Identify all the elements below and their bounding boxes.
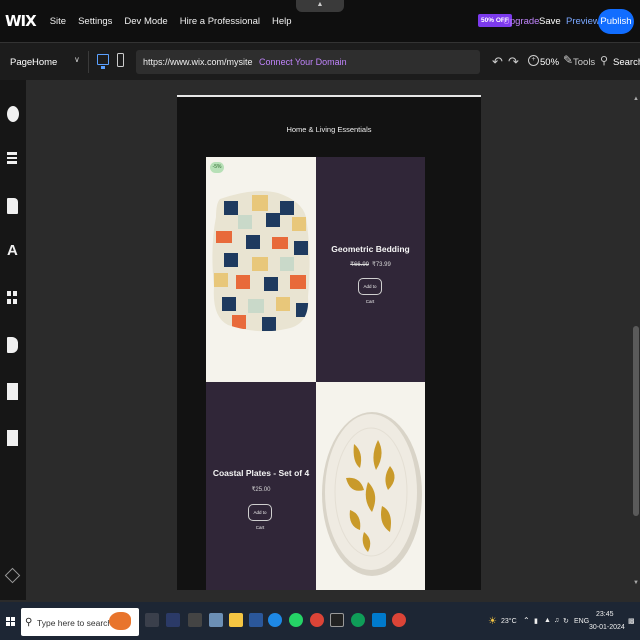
redo-icon[interactable]: ↷ <box>508 54 519 70</box>
product-sale-price: ₹73.99 <box>372 262 391 268</box>
whatsapp-icon[interactable] <box>289 613 303 627</box>
divider <box>88 51 89 73</box>
product-card-bedding[interactable] <box>316 157 425 382</box>
add-elements-icon[interactable] <box>7 106 19 122</box>
collapse-toolbar-handle[interactable]: ▲ <box>296 0 344 12</box>
taskbar-search-placeholder[interactable]: Type here to search <box>37 618 112 628</box>
zoom-icon[interactable]: + <box>528 55 539 66</box>
clock-date[interactable]: 30-01-2024 <box>589 624 625 631</box>
sale-badge: -5% <box>210 162 224 173</box>
scroll-up-icon[interactable]: ▲ <box>633 96 639 102</box>
page-selector[interactable]: Home <box>32 57 57 68</box>
add-apps-icon[interactable] <box>7 291 17 305</box>
tools-icon[interactable]: ✎ <box>563 53 573 67</box>
desktop-view-icon[interactable] <box>97 54 109 69</box>
product-image-bedding[interactable] <box>206 157 316 382</box>
temperature[interactable]: 23°C <box>501 618 517 625</box>
chevron-up-icon[interactable]: ⌃ <box>523 616 530 625</box>
menu-hire-professional[interactable]: Hire a Professional <box>180 16 260 27</box>
add-to-cart-button[interactable]: Add to Cart <box>358 278 382 304</box>
save-button[interactable]: Save <box>539 16 561 27</box>
media-icon[interactable] <box>7 383 18 400</box>
word-icon[interactable] <box>249 613 263 627</box>
site-url-bar[interactable]: https://www.wix.com/mysite Connect Your … <box>136 50 480 74</box>
plate-illustration <box>322 412 422 576</box>
app-icon[interactable] <box>188 613 202 627</box>
connect-domain-link[interactable]: Connect Your Domain <box>259 57 347 67</box>
left-sidebar <box>0 80 26 600</box>
windows-start-icon[interactable] <box>6 617 16 627</box>
zoom-level[interactable]: 50% <box>540 57 559 68</box>
weather-icon[interactable]: ☀ <box>488 616 497 627</box>
vscode-icon[interactable] <box>372 613 386 627</box>
product-name[interactable]: Coastal Plates - Set of 4 <box>206 468 316 478</box>
task-view-icon[interactable] <box>145 613 159 627</box>
undo-icon[interactable]: ↶ <box>492 54 503 70</box>
menu-dev-mode[interactable]: Dev Mode <box>124 16 167 27</box>
terminal-icon[interactable] <box>330 613 344 627</box>
layers-icon[interactable] <box>4 567 21 584</box>
product-name[interactable]: Geometric Bedding <box>316 244 425 254</box>
network-icon[interactable]: ▲ <box>544 617 551 624</box>
site-design-icon[interactable] <box>7 242 19 260</box>
chevron-down-icon[interactable]: ∨ <box>74 55 80 64</box>
chrome-icon[interactable] <box>351 613 365 627</box>
menu-settings[interactable]: Settings <box>78 16 112 27</box>
battery-icon[interactable]: ▮ <box>534 617 538 625</box>
bedding-illustration <box>212 191 310 332</box>
mobile-view-icon[interactable] <box>117 53 124 67</box>
search-highlight-icon[interactable] <box>109 612 131 630</box>
edge-icon[interactable] <box>268 613 282 627</box>
file-explorer-icon[interactable] <box>229 613 243 627</box>
editor-toolbar: Page: Home ∨ https://www.wix.com/mysite … <box>0 42 640 80</box>
pages-menu-icon[interactable] <box>7 198 18 214</box>
volume-icon[interactable]: ♫ <box>554 617 559 624</box>
scrollbar-thumb[interactable] <box>633 326 639 516</box>
upgrade-link[interactable]: Upgrade <box>503 16 539 27</box>
chrome-icon[interactable] <box>392 613 406 627</box>
product-price: ₹25.00 <box>251 487 271 493</box>
publish-button[interactable]: Publish <box>598 9 634 34</box>
search-button[interactable]: Search <box>613 57 640 68</box>
add-to-cart-button[interactable]: Add to Cart <box>248 504 272 530</box>
menu-site[interactable]: Site <box>50 16 66 27</box>
wix-editor-window: WIX Site Settings Dev Mode Hire a Profes… <box>0 0 640 640</box>
cms-icon[interactable] <box>7 430 18 446</box>
product-price: ₹66.99 ₹73.99 <box>316 261 425 268</box>
notification-icon[interactable]: ▩ <box>628 617 635 625</box>
product-old-price: ₹66.99 <box>350 262 369 268</box>
scroll-down-icon[interactable]: ▼ <box>633 580 639 586</box>
site-url: https://www.wix.com/mysite <box>143 57 253 67</box>
photoshop-icon[interactable] <box>166 613 180 627</box>
search-icon[interactable]: ⚲ <box>600 54 608 67</box>
chrome-icon[interactable] <box>310 613 324 627</box>
business-tools-icon[interactable] <box>7 337 18 353</box>
language-indicator[interactable]: ENG <box>574 618 589 625</box>
app-icon[interactable] <box>209 613 223 627</box>
tools-button[interactable]: Tools <box>573 57 595 68</box>
product-image-plates[interactable] <box>316 382 425 590</box>
sync-icon[interactable]: ↻ <box>563 617 569 625</box>
clock-time[interactable]: 23:45 <box>596 611 614 618</box>
add-section-icon[interactable] <box>7 152 17 164</box>
search-icon: ⚲ <box>25 617 33 628</box>
preview-button[interactable]: Preview <box>566 16 600 27</box>
menu-help[interactable]: Help <box>272 16 292 27</box>
page-heading[interactable]: Home & Living Essentials <box>177 125 481 134</box>
wix-logo[interactable]: WIX <box>5 12 37 30</box>
